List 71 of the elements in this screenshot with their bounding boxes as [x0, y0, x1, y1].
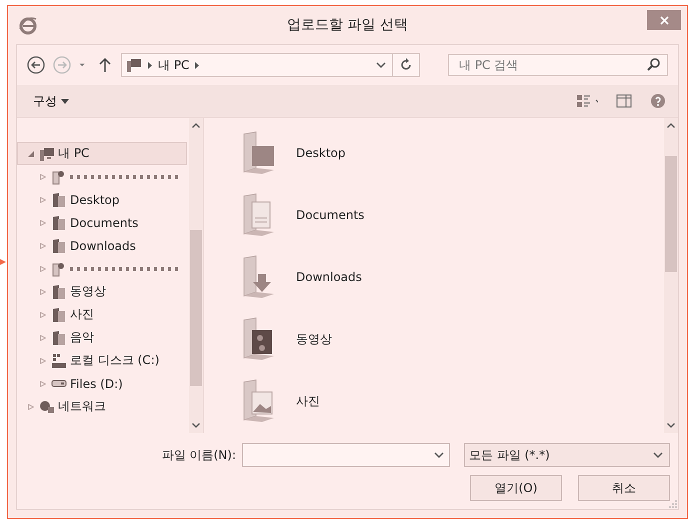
folder-item[interactable]: Documents	[204, 184, 664, 246]
disk-icon	[51, 352, 67, 368]
expand-icon[interactable]	[40, 266, 46, 272]
tree-item[interactable]: Documents	[17, 211, 187, 234]
computer-icon	[126, 57, 142, 73]
resize-grip-icon[interactable]	[669, 500, 677, 508]
collapse-icon[interactable]	[28, 150, 34, 156]
address-bar[interactable]: 내 PC	[121, 53, 420, 77]
scroll-up-icon[interactable]	[667, 123, 675, 128]
tree-item[interactable]: 내 PC	[17, 142, 187, 165]
scrollbar[interactable]	[189, 118, 203, 433]
tree-item[interactable]: 동영상	[17, 280, 187, 303]
tree-item[interactable]: 음악	[17, 326, 187, 349]
organize-button[interactable]: 구성	[29, 90, 73, 112]
help-icon[interactable]	[650, 93, 666, 109]
expand-icon[interactable]	[40, 174, 46, 180]
expand-icon[interactable]	[40, 242, 46, 248]
dropdown-icon[interactable]	[653, 450, 663, 460]
user-folder-icon	[51, 260, 67, 276]
tree-item[interactable]: 사진	[17, 303, 187, 326]
window-title: 업로드할 파일 선택	[287, 17, 408, 33]
close-button[interactable]	[647, 10, 681, 30]
chevron-icon[interactable]	[148, 62, 152, 68]
file-type-dropdown[interactable]: 모든 파일 (*.*)	[464, 443, 670, 467]
folder-item[interactable]: Downloads	[204, 246, 664, 308]
folder-icon	[51, 214, 67, 230]
preview-pane-icon[interactable]	[616, 93, 632, 109]
filename-field[interactable]	[242, 443, 450, 467]
folder-icon	[51, 330, 67, 346]
scroll-down-icon[interactable]	[192, 423, 200, 428]
cancel-button[interactable]: 취소	[578, 475, 670, 501]
browser-logo-icon	[18, 15, 38, 35]
scrollbar[interactable]	[664, 118, 678, 433]
filename-label: 파일 이름(N):	[162, 446, 236, 464]
folder-item[interactable]: Desktop	[204, 122, 664, 184]
folder-icon	[51, 238, 67, 254]
folder-icon	[51, 306, 67, 322]
back-icon[interactable]	[27, 56, 45, 74]
expand-icon[interactable]	[40, 312, 46, 318]
network-icon	[39, 398, 55, 414]
folder-item[interactable]: 사진	[204, 370, 664, 432]
tree-item[interactable]: Desktop	[17, 188, 187, 211]
expand-icon[interactable]	[28, 404, 34, 410]
tree-item[interactable]: Files (D:)	[17, 372, 187, 395]
dropdown-icon[interactable]	[376, 60, 386, 70]
search-field[interactable]: 내 PC 검색	[448, 54, 668, 76]
search-icon[interactable]	[646, 57, 662, 73]
close-icon	[660, 16, 668, 24]
breadcrumb-item[interactable]: 내 PC	[158, 56, 190, 74]
expand-icon[interactable]	[40, 288, 46, 294]
up-arrow-icon[interactable]	[97, 57, 113, 73]
scroll-up-icon[interactable]	[192, 123, 200, 128]
computer-icon	[39, 146, 55, 162]
expand-icon[interactable]	[40, 334, 46, 340]
open-button[interactable]: 열기(O)	[470, 475, 562, 501]
tree-item[interactable]: 네트워크	[17, 395, 187, 418]
folder-item[interactable]: 동영상	[204, 308, 664, 370]
chevron-icon[interactable]	[195, 62, 200, 68]
expand-icon[interactable]	[40, 380, 46, 386]
caret-icon	[61, 98, 69, 104]
dropdown-icon[interactable]	[434, 450, 444, 460]
scroll-down-icon[interactable]	[667, 423, 675, 428]
tree-item[interactable]: Downloads	[17, 234, 187, 257]
folder-icon	[51, 284, 67, 300]
folder-icon	[51, 192, 67, 208]
expand-icon[interactable]	[40, 358, 46, 364]
expand-icon[interactable]	[40, 196, 46, 202]
expand-icon[interactable]	[40, 220, 46, 226]
user-folder-icon	[51, 168, 67, 184]
drive-icon	[51, 380, 67, 387]
tree-item[interactable]: 로컬 디스크 (C:)	[17, 349, 187, 372]
